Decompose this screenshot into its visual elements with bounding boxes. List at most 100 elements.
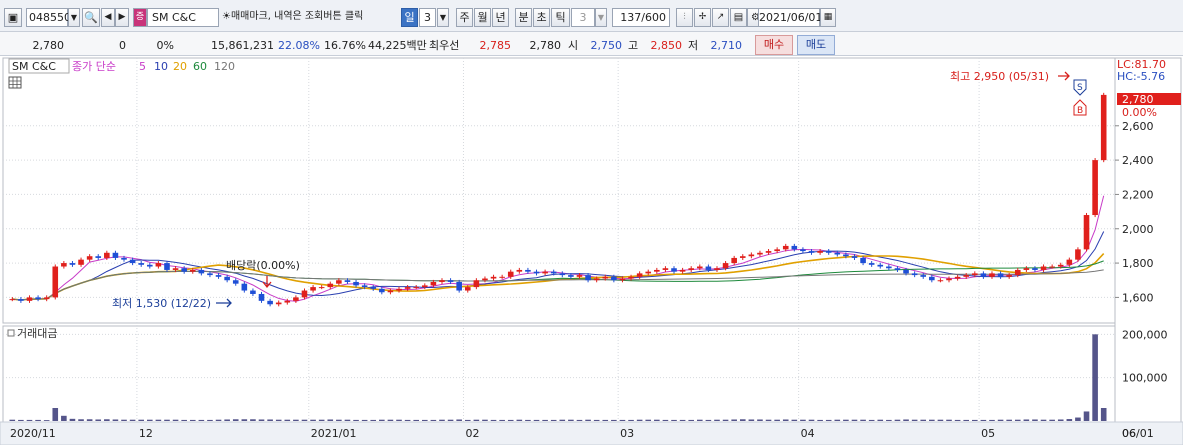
volume-bar <box>851 419 858 421</box>
table-toggle-icon[interactable] <box>8 76 22 89</box>
high-annotation: 최고 2,950 (05/31) <box>950 70 1049 83</box>
calendar-icon[interactable]: ▦ <box>820 8 836 27</box>
candle-body <box>318 287 325 289</box>
price-tick-label: 2,400 <box>1122 154 1154 167</box>
volume-bar <box>593 419 600 421</box>
trend-tool-icon[interactable]: ↗ <box>712 8 729 27</box>
volume-bar <box>765 419 772 421</box>
search-icon[interactable]: 🔍 <box>82 8 100 27</box>
buy-button[interactable]: 매수 <box>755 35 793 55</box>
period-count-field[interactable]: 3 <box>419 8 436 27</box>
volume-bar <box>95 419 102 421</box>
volume-bar <box>800 419 806 421</box>
period-day-button[interactable]: 일 <box>401 8 418 27</box>
date-tick-label: 05 <box>981 427 995 440</box>
candle-body <box>439 280 445 282</box>
candle-body <box>164 263 170 270</box>
candle-body <box>490 276 497 279</box>
count-field[interactable]: 137/600 <box>612 8 670 27</box>
legend-stock-name: SM C&C <box>12 60 56 73</box>
candle-body <box>155 263 162 267</box>
period-week-button[interactable]: 주 <box>456 8 473 27</box>
candle-body <box>679 269 686 272</box>
volume-ratio: 16.76% <box>324 39 366 52</box>
candle-body <box>1032 268 1038 270</box>
candle-body <box>800 249 806 252</box>
candle-body <box>86 256 93 260</box>
volume-bar <box>353 419 359 421</box>
volume-bar <box>782 419 789 421</box>
candle-body <box>69 263 76 265</box>
period-year-button[interactable]: 년 <box>492 8 509 27</box>
candle-body <box>473 280 480 288</box>
candle-body <box>344 280 351 282</box>
candle-body <box>920 275 927 277</box>
volume-bar <box>207 419 213 421</box>
candle-body <box>267 300 273 305</box>
candle-body <box>525 269 531 272</box>
candle-body <box>791 245 798 250</box>
legend-ma-20: 20 <box>173 60 187 73</box>
crosshair-icon[interactable]: ✢ <box>694 8 711 27</box>
candle-body <box>1075 249 1081 260</box>
candle-body <box>851 256 858 258</box>
volume-bar <box>705 419 712 421</box>
candle-body <box>903 269 909 274</box>
candle-body <box>645 271 652 274</box>
volume-bar <box>1083 411 1090 421</box>
tick-dropdown-icon[interactable]: ▼ <box>595 8 607 27</box>
period-month-button[interactable]: 월 <box>474 8 491 27</box>
price-change: 0 <box>119 39 126 52</box>
price-panel-frame <box>2 57 1116 324</box>
volume-bar <box>507 419 514 421</box>
candle-body <box>52 266 59 298</box>
volume-bar <box>284 419 291 421</box>
volume-bar <box>920 419 927 421</box>
tick-value-field[interactable]: 3 <box>571 8 595 27</box>
candle-body <box>413 287 419 289</box>
volume-bar <box>224 419 230 421</box>
turnover-rate: 22.08% <box>278 39 320 52</box>
period-tick-button[interactable]: 틱 <box>551 8 570 27</box>
period-second-button[interactable]: 초 <box>533 8 550 27</box>
candle-body <box>688 268 694 270</box>
candle-body <box>963 275 969 277</box>
volume-tick-label: 100,000 <box>1122 372 1168 385</box>
volume-bar <box>422 419 428 421</box>
candle-body <box>224 276 230 281</box>
volume-bar <box>112 419 119 421</box>
price-tick-label: 2,200 <box>1122 188 1154 201</box>
volume-bar <box>963 419 969 421</box>
sell-button[interactable]: 매도 <box>797 35 835 55</box>
save-icon[interactable]: ▤ <box>730 8 747 27</box>
candle-body <box>198 269 205 274</box>
candle-style-icon[interactable]: ⫶ <box>676 8 693 27</box>
candle-body <box>1006 275 1012 277</box>
volume-bar <box>336 419 342 421</box>
volume-bar <box>258 419 265 421</box>
volume-bar <box>78 419 84 421</box>
volume-bar <box>1049 419 1055 421</box>
candle-body <box>129 259 136 264</box>
stock-code-input[interactable]: 048550 <box>26 8 71 27</box>
candle-body <box>1083 215 1090 250</box>
next-stock-icon[interactable]: ▶ <box>115 8 129 27</box>
volume-bar <box>808 419 815 421</box>
candle-body <box>980 273 987 277</box>
code-dropdown-icon[interactable]: ▼ <box>68 8 80 27</box>
prev-stock-icon[interactable]: ◀ <box>101 8 115 27</box>
volume-bar <box>929 419 935 421</box>
window-menu-icon[interactable]: ▣ <box>4 8 22 27</box>
period-dropdown-icon[interactable]: ▼ <box>437 8 449 27</box>
date-field[interactable]: 2021/06/01 <box>758 8 822 27</box>
volume-bar <box>662 419 669 421</box>
candle-body <box>353 281 359 286</box>
volume-bar <box>464 419 471 421</box>
volume-bar <box>318 419 325 421</box>
volume-bar <box>972 419 978 421</box>
period-minute-button[interactable]: 분 <box>515 8 532 27</box>
stock-type-badge: 증 <box>133 8 147 27</box>
stock-name-field[interactable]: SM C&C <box>147 8 219 27</box>
candle-body <box>1014 269 1021 276</box>
candle-body <box>250 290 256 294</box>
